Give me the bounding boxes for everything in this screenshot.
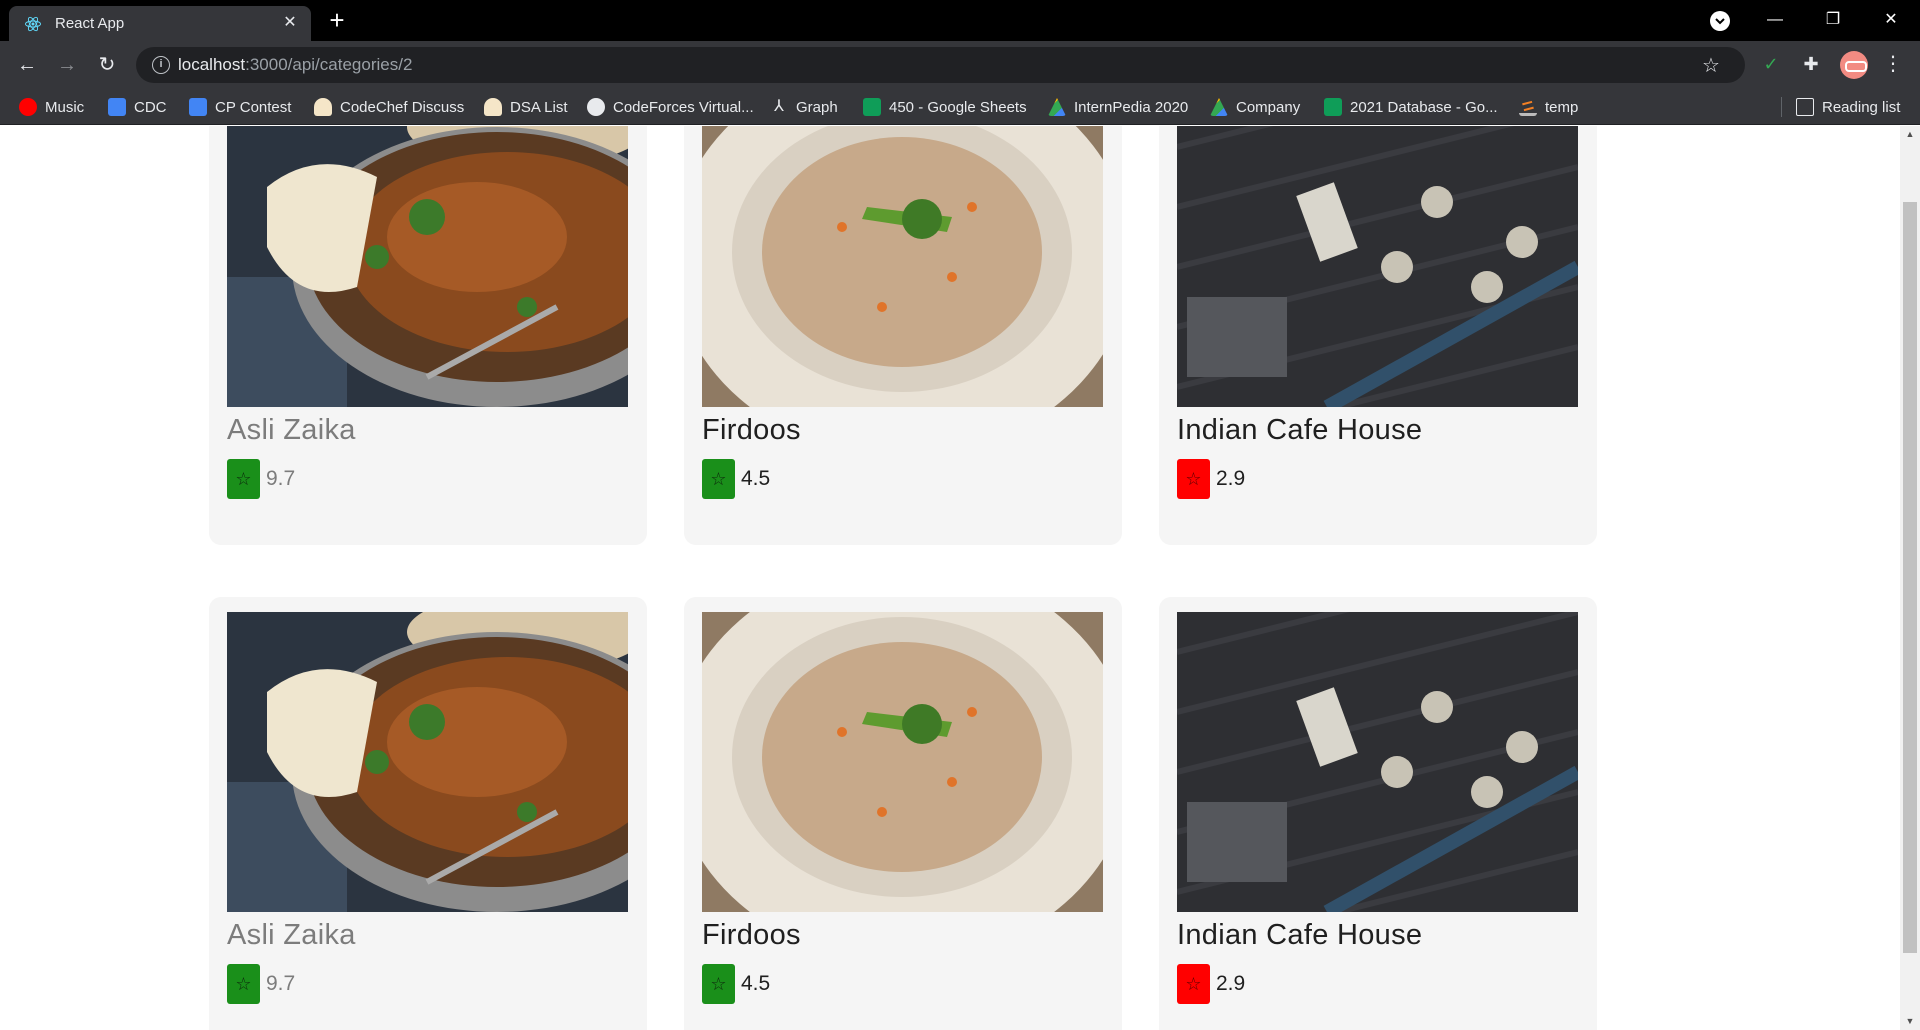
star-icon: ☆ xyxy=(702,964,735,1004)
scrollbar-thumb[interactable] xyxy=(1903,202,1917,953)
profile-avatar[interactable] xyxy=(1840,51,1868,79)
url-text[interactable]: localhost:3000/api/categories/2 xyxy=(178,55,412,75)
google-drive-icon xyxy=(1210,98,1228,116)
google-calendar-icon xyxy=(189,98,207,116)
minimize-icon[interactable]: — xyxy=(1755,6,1795,34)
codechef-icon xyxy=(484,98,502,116)
star-icon: ☆ xyxy=(1177,459,1210,499)
tab-strip: React App ✕ + — ❐ ✕ xyxy=(0,0,1920,41)
stackoverflow-icon xyxy=(1519,98,1537,116)
star-icon: ☆ xyxy=(227,459,260,499)
restaurant-name: Indian Cafe House xyxy=(1177,919,1423,951)
page-content: Asli Zaika ☆ 9.7 Firdoos ☆ 4.5 Indian Ca… xyxy=(0,126,1900,1030)
close-icon[interactable]: ✕ xyxy=(280,13,300,33)
extensions-puzzle-icon[interactable]: ✚ xyxy=(1798,51,1824,77)
close-window-icon[interactable]: ✕ xyxy=(1871,6,1911,34)
reading-list-icon xyxy=(1796,98,1814,116)
rating-value: 9.7 xyxy=(266,467,296,490)
extension-leaf-icon[interactable]: ✓ xyxy=(1758,51,1784,77)
scroll-down-arrow-icon[interactable]: ▼ xyxy=(1900,1013,1920,1030)
rating-value: 2.9 xyxy=(1216,467,1246,490)
rating-value: 2.9 xyxy=(1216,972,1246,995)
restaurant-card[interactable]: Indian Cafe House ☆ 2.9 xyxy=(1159,126,1597,545)
restaurant-image-cafe xyxy=(1177,612,1578,912)
reading-list-button[interactable]: Reading list xyxy=(1796,96,1900,118)
forward-icon[interactable]: → xyxy=(52,50,82,80)
restaurant-card[interactable]: Asli Zaika ☆ 9.7 xyxy=(209,597,647,1030)
bookmark-450-sheets[interactable]: 450 - Google Sheets xyxy=(863,96,1027,118)
rating: ☆ 4.5 xyxy=(702,964,770,1004)
rating: ☆ 4.5 xyxy=(702,459,770,499)
restaurant-card[interactable]: Indian Cafe House ☆ 2.9 xyxy=(1159,597,1597,1030)
youtube-music-icon xyxy=(19,98,37,116)
restaurant-image-rice xyxy=(702,612,1103,912)
address-bar[interactable]: i localhost:3000/api/categories/2 ☆ xyxy=(136,47,1745,83)
restaurant-name: Asli Zaika xyxy=(227,919,356,951)
rating: ☆ 9.7 xyxy=(227,459,295,499)
restaurant-image-curry xyxy=(227,612,628,912)
site-info-icon[interactable]: i xyxy=(152,56,170,74)
page-scrollbar[interactable]: ▲ ▼ xyxy=(1900,126,1920,1030)
rating: ☆ 2.9 xyxy=(1177,964,1245,1004)
menu-kebab-icon[interactable]: ⋮ xyxy=(1880,51,1906,77)
bookmark-company[interactable]: Company xyxy=(1210,96,1300,118)
star-icon: ☆ xyxy=(1177,964,1210,1004)
rating-value: 4.5 xyxy=(741,972,771,995)
bookmarks-bar: Music CDC CP Contest CodeChef Discuss DS… xyxy=(0,89,1920,125)
restore-icon[interactable]: ❐ xyxy=(1813,6,1853,34)
google-docs-icon xyxy=(108,98,126,116)
bookmark-internpedia[interactable]: InternPedia 2020 xyxy=(1048,96,1188,118)
react-icon xyxy=(25,16,41,32)
bookmark-temp[interactable]: temp xyxy=(1519,96,1578,118)
rating-value: 9.7 xyxy=(266,972,296,995)
bookmark-music[interactable]: Music xyxy=(19,96,84,118)
codechef-icon xyxy=(314,98,332,116)
google-sheets-icon xyxy=(863,98,881,116)
new-tab-button[interactable]: + xyxy=(324,7,350,34)
bookmark-codechef-discuss[interactable]: CodeChef Discuss xyxy=(314,96,464,118)
rating-value: 4.5 xyxy=(741,467,771,490)
tab-title: React App xyxy=(55,15,125,32)
bookmark-dsa-list[interactable]: DSA List xyxy=(484,96,568,118)
scroll-up-arrow-icon[interactable]: ▲ xyxy=(1900,126,1920,143)
reload-icon[interactable]: ↻ xyxy=(92,50,122,80)
star-icon: ☆ xyxy=(702,459,735,499)
bookmark-cp-contest[interactable]: CP Contest xyxy=(189,96,291,118)
restaurant-name: Asli Zaika xyxy=(227,414,356,446)
bookmark-star-icon[interactable]: ☆ xyxy=(1702,53,1720,78)
graph-icon: ⅄ xyxy=(774,98,784,115)
restaurant-name: Indian Cafe House xyxy=(1177,414,1423,446)
bookmark-graph[interactable]: ⅄ Graph xyxy=(770,96,838,118)
bookmark-codeforces[interactable]: CodeForces Virtual... xyxy=(587,96,754,118)
bookmark-cdc[interactable]: CDC xyxy=(108,96,167,118)
restaurant-card[interactable]: Firdoos ☆ 4.5 xyxy=(684,126,1122,545)
back-icon[interactable]: ← xyxy=(12,50,42,80)
restaurant-name: Firdoos xyxy=(702,919,801,951)
restaurant-image-rice xyxy=(702,126,1103,407)
bookmarks-divider xyxy=(1781,97,1782,117)
tab-search-icon[interactable] xyxy=(1710,11,1730,31)
rating: ☆ 9.7 xyxy=(227,964,295,1004)
restaurant-card[interactable]: Firdoos ☆ 4.5 xyxy=(684,597,1122,1030)
browser-toolbar: ← → ↻ i localhost:3000/api/categories/2 … xyxy=(0,41,1920,89)
rating: ☆ 2.9 xyxy=(1177,459,1245,499)
restaurant-image-cafe xyxy=(1177,126,1578,407)
restaurant-name: Firdoos xyxy=(702,414,801,446)
google-drive-icon xyxy=(1048,98,1066,116)
restaurant-image-curry xyxy=(227,126,628,407)
bookmark-2021-database[interactable]: 2021 Database - Go... xyxy=(1324,96,1498,118)
restaurant-card[interactable]: Asli Zaika ☆ 9.7 xyxy=(209,126,647,545)
browser-tab[interactable]: React App ✕ xyxy=(9,6,311,41)
globe-icon xyxy=(587,98,605,116)
google-sheets-icon xyxy=(1324,98,1342,116)
star-icon: ☆ xyxy=(227,964,260,1004)
